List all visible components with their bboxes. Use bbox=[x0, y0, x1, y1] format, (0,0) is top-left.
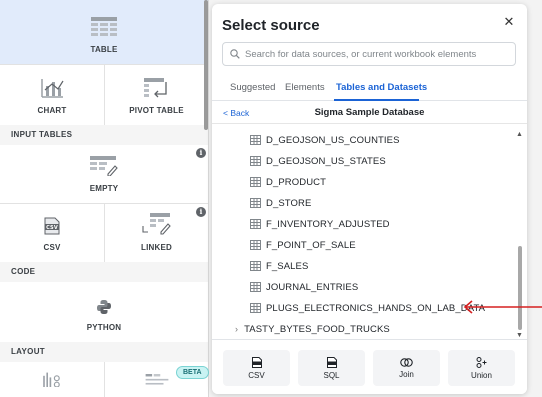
database-title: Sigma Sample Database bbox=[314, 107, 425, 118]
navigation-bar: < Back Sigma Sample Database bbox=[212, 102, 527, 124]
join-button-label: Join bbox=[399, 369, 414, 379]
csv-button-label: CSV bbox=[248, 370, 265, 380]
tab-suggested[interactable]: Suggested bbox=[230, 82, 275, 93]
tab-tables-and-datasets[interactable]: Tables and Datasets bbox=[336, 82, 427, 93]
section-header-input-tables: INPUT TABLES bbox=[0, 125, 208, 145]
linked-table-icon bbox=[141, 213, 171, 235]
schema-folder-item[interactable]: › TASTY_BYTES_FOOD_TRUCKS bbox=[235, 319, 390, 339]
close-button[interactable]: ✕ bbox=[501, 14, 517, 30]
chart-icon bbox=[41, 79, 64, 98]
element-panel: TABLE CHART PIVOT TABLE INPUT TABLES EMP… bbox=[0, 0, 209, 397]
table-name: D_GEOJSON_US_STATES bbox=[266, 155, 386, 167]
table-list-item[interactable]: PLUGS_ELECTRONICS_HANDS_ON_LAB_DATA bbox=[250, 298, 485, 318]
table-icon bbox=[250, 177, 261, 187]
table-list-item[interactable]: D_PRODUCT bbox=[250, 172, 326, 192]
search-icon bbox=[230, 49, 240, 59]
table-icon bbox=[250, 261, 261, 271]
csv-input-table-tile[interactable]: CSV CSV bbox=[0, 204, 104, 262]
union-icon bbox=[476, 356, 487, 368]
active-tab-indicator bbox=[334, 99, 419, 101]
csv-file-icon: CSV bbox=[44, 217, 60, 235]
pivot-table-icon bbox=[143, 78, 167, 98]
table-name: D_GEOJSON_US_COUNTIES bbox=[266, 134, 400, 146]
table-list-item[interactable]: D_GEOJSON_US_COUNTIES bbox=[250, 130, 400, 150]
element-panel-scrollbar[interactable] bbox=[204, 0, 208, 130]
dialog-footer: CSV SQL Join Union bbox=[212, 339, 527, 394]
empty-tile-label: EMPTY bbox=[89, 184, 119, 193]
csv-tile-label: CSV bbox=[43, 243, 61, 252]
chart-tile[interactable]: CHART bbox=[0, 65, 104, 125]
table-list-item[interactable]: F_POINT_OF_SALE bbox=[250, 235, 356, 255]
tabbed-container-icon bbox=[145, 374, 168, 385]
select-source-dialog: Select source ✕ Suggested Elements Table… bbox=[212, 4, 527, 394]
table-name: D_PRODUCT bbox=[266, 176, 327, 188]
pivot-table-tile[interactable]: PIVOT TABLE bbox=[105, 65, 208, 125]
input-table-icon bbox=[90, 156, 118, 176]
sql-button[interactable]: SQL bbox=[298, 350, 365, 386]
table-name: F_SALES bbox=[266, 260, 309, 272]
join-icon bbox=[400, 357, 413, 367]
table-icon bbox=[250, 156, 261, 166]
table-icon bbox=[250, 282, 261, 292]
section-header-code: CODE bbox=[0, 262, 208, 282]
annotation-arrow-icon bbox=[463, 300, 542, 314]
table-icon bbox=[250, 198, 261, 208]
scrollbar-thumb[interactable] bbox=[518, 246, 522, 330]
table-list-item[interactable]: D_STORE bbox=[250, 193, 311, 213]
csv-file-icon bbox=[251, 356, 262, 368]
scroll-down-arrow-icon[interactable]: ▼ bbox=[516, 332, 523, 339]
sql-button-label: SQL bbox=[323, 370, 340, 380]
container-icon bbox=[43, 372, 60, 387]
table-name: JOURNAL_ENTRIES bbox=[266, 281, 359, 293]
close-icon: ✕ bbox=[503, 14, 515, 29]
schema-name: TASTY_BYTES_FOOD_TRUCKS bbox=[244, 323, 390, 335]
search-input[interactable] bbox=[245, 48, 505, 60]
table-tile-label: TABLE bbox=[90, 45, 118, 54]
python-tile-label: PYTHON bbox=[86, 323, 122, 332]
table-name: PLUGS_ELECTRONICS_HANDS_ON_LAB_DATA bbox=[266, 302, 486, 314]
table-icon bbox=[250, 303, 261, 313]
chevron-right-icon[interactable]: › bbox=[235, 324, 238, 334]
dialog-title: Select source bbox=[222, 17, 320, 34]
linked-input-table-tile[interactable]: LINKED bbox=[105, 204, 208, 262]
join-button[interactable]: Join bbox=[373, 350, 440, 386]
sql-file-icon bbox=[326, 356, 337, 368]
tab-elements[interactable]: Elements bbox=[285, 82, 325, 93]
linked-tile-label: LINKED bbox=[141, 243, 172, 252]
source-search-box[interactable] bbox=[222, 42, 516, 66]
section-header-layout: LAYOUT bbox=[0, 342, 208, 362]
beta-badge: BETA bbox=[176, 366, 209, 379]
table-name: D_STORE bbox=[266, 197, 312, 209]
union-button-label: Union bbox=[471, 370, 492, 380]
python-icon bbox=[97, 300, 111, 314]
table-icon bbox=[250, 219, 261, 229]
table-list-item[interactable]: JOURNAL_ENTRIES bbox=[250, 277, 358, 297]
csv-upload-button[interactable]: CSV bbox=[223, 350, 290, 386]
table-list-item[interactable]: F_INVENTORY_ADJUSTED bbox=[250, 214, 390, 234]
layout-container-tile[interactable] bbox=[0, 362, 104, 397]
table-icon bbox=[250, 240, 261, 250]
table-name: F_INVENTORY_ADJUSTED bbox=[266, 218, 390, 230]
chart-tile-label: CHART bbox=[37, 106, 67, 115]
table-list-item[interactable]: F_SALES bbox=[250, 256, 308, 276]
table-list-item[interactable]: D_GEOJSON_US_STATES bbox=[250, 151, 386, 171]
union-button[interactable]: Union bbox=[448, 350, 515, 386]
info-icon[interactable]: i bbox=[196, 148, 206, 158]
scroll-up-arrow-icon[interactable]: ▲ bbox=[516, 131, 523, 138]
table-name: F_POINT_OF_SALE bbox=[266, 239, 356, 251]
table-icon bbox=[250, 135, 261, 145]
table-icon bbox=[91, 17, 117, 36]
info-icon[interactable]: i bbox=[196, 207, 206, 217]
pivot-table-tile-label: PIVOT TABLE bbox=[129, 106, 184, 115]
table-tile[interactable]: TABLE bbox=[0, 0, 208, 64]
python-tile[interactable]: PYTHON bbox=[0, 282, 208, 342]
empty-input-table-tile[interactable]: EMPTY bbox=[0, 145, 208, 203]
source-tabs: Suggested Elements Tables and Datasets bbox=[212, 74, 527, 101]
svg-text:CSV: CSV bbox=[46, 225, 58, 231]
